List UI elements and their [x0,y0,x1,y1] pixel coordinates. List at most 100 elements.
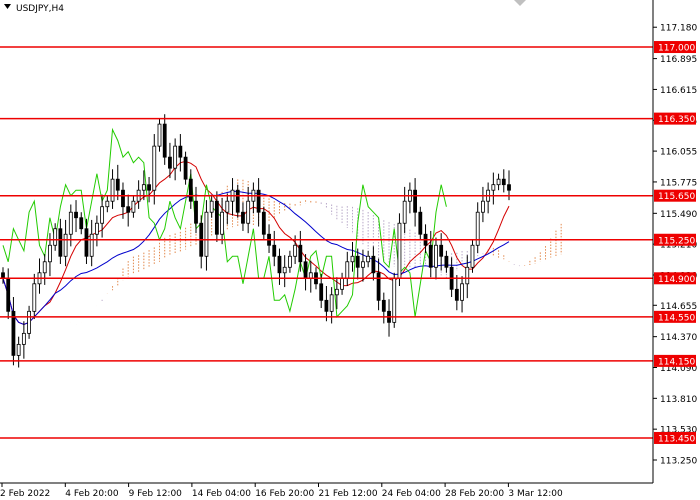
candle-body [147,184,151,191]
candle-body [58,228,63,257]
candle-body [413,189,418,213]
candle-body [371,255,376,274]
candle-body [16,343,21,356]
candle-body [288,255,292,268]
candle-body [402,200,407,224]
candle-body [32,283,37,312]
time-tick-label: 14 Feb 04:00 [192,489,251,499]
candle-body [214,200,219,235]
candle-body [188,178,193,202]
candle-body [100,206,105,224]
candle-body [168,156,172,169]
candle-body [345,261,350,279]
candle-body [324,299,329,312]
candle-body [131,200,136,213]
price-tick-label: 117.180 [660,24,697,34]
candle-body [507,184,511,191]
candle-body [110,178,115,202]
candle-body [397,222,402,279]
time-tick-label: 24 Feb 04:00 [382,489,441,499]
candle-body [439,244,444,257]
candle-body [355,255,360,268]
candle-body [381,299,386,312]
candle-body [246,200,251,224]
candle-body [74,211,78,219]
candle-body [68,211,73,235]
level-labels: 117.000 116.350 115.650 115.250 114.900 114.5… [654,41,696,444]
price-tick-label: 113.250 [660,457,697,467]
candle-body [27,310,31,334]
candle-body [162,123,167,158]
candle-body [501,178,506,186]
candle-body [376,272,381,301]
candle-body [94,222,99,235]
price-chart[interactable]: 117.180116.895116.615116.335116.055115.7… [0,0,700,500]
candle-body [496,178,501,186]
candle-body [235,189,240,213]
candle-body [157,123,162,147]
candle-body [470,244,475,268]
candle-body [491,184,496,191]
candle-body [282,266,287,274]
candle-body [105,200,110,208]
level-label: 114.150 [658,357,695,367]
price-tick-label: 116.895 [660,55,697,65]
candle-body [272,244,277,257]
time-tick-label: 21 Feb 12:00 [319,489,378,499]
candle-body [261,211,266,235]
level-label: 115.250 [658,236,695,246]
candle-body [204,211,209,257]
time-tick-label: 28 Feb 20:00 [445,489,504,499]
candle-body [225,200,230,213]
candle-body [392,277,397,323]
candle-body [465,266,470,285]
candle-body [79,217,84,230]
candle-body [428,244,433,268]
time-tick-label: 4 Feb 20:00 [65,489,119,499]
candle-body [277,255,282,274]
price-tick-label: 114.655 [660,302,697,312]
candle-body [141,184,146,191]
time-tick-label: 2 Feb 2022 [0,489,50,499]
candle-body [209,200,214,213]
level-label: 116.350 [658,115,695,125]
level-label: 115.650 [658,192,695,202]
level-label: 117.000 [658,44,695,54]
candle-body [53,228,58,246]
candle-body [256,189,261,213]
time-tick-label: 9 Feb 12:00 [129,489,183,499]
price-tick-label: 116.055 [660,148,697,158]
candle-body [183,156,188,180]
candle-body [361,261,365,268]
candle-body [89,233,94,257]
candle-body [454,288,459,301]
candle-body [220,211,224,235]
time-tick-label: 16 Feb 20:00 [255,489,314,499]
candle-body [366,255,371,263]
price-tick-label: 114.370 [660,333,697,343]
candle-body [319,283,324,301]
candle-body [460,283,464,301]
price-tick-label: 115.490 [660,210,697,220]
candle-body [308,272,313,279]
price-tick-label: 115.775 [660,178,697,188]
price-tick-label: 116.615 [660,86,697,96]
candle-body [303,261,308,279]
chart-title: USDJPY,H4 [16,4,64,14]
plot-area [0,0,653,483]
candle-body [126,206,131,213]
candle-body [298,244,303,263]
candle-body [42,261,47,274]
candle-body [434,244,438,268]
candle-body [63,233,68,257]
candle-body [293,244,298,257]
time-axis: 2 Feb 2022 4 Feb 20:00 9 Feb 12:00 14 Feb 0… [0,483,563,499]
time-tick-label: 3 Mar 12:00 [508,489,563,499]
candle-body [481,200,485,213]
candle-body [418,211,423,235]
candle-body [121,189,125,208]
candle-body [1,272,5,279]
candle-body [115,178,120,191]
candle-body [350,255,355,263]
candle-body [334,288,339,296]
